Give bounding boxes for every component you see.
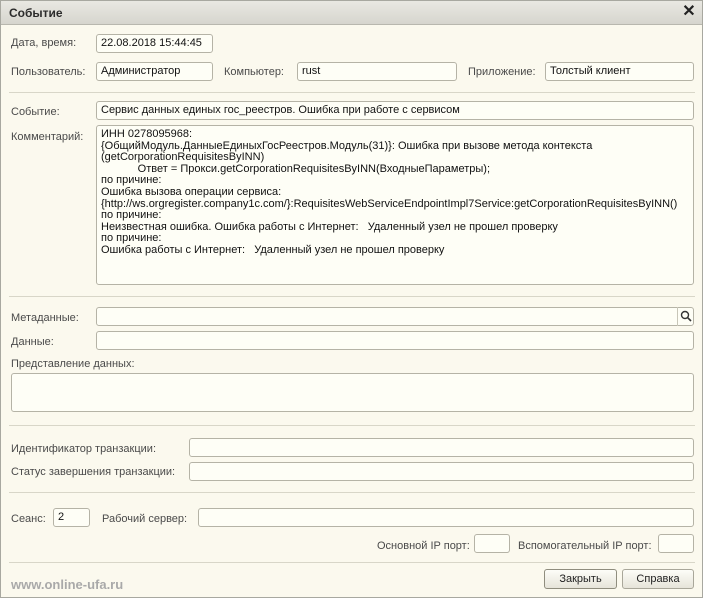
transaction-status-field[interactable] bbox=[189, 462, 694, 481]
close-button[interactable]: Закрыть bbox=[544, 569, 617, 589]
comment-line: по причине: bbox=[101, 209, 162, 222]
metadata-field[interactable] bbox=[96, 307, 694, 326]
data-field[interactable] bbox=[96, 331, 694, 350]
session-label: Сеанс: bbox=[11, 513, 46, 525]
metadata-label: Метаданные: bbox=[11, 312, 79, 324]
data-repr-textarea[interactable] bbox=[11, 373, 694, 412]
datetime-field[interactable]: 22.08.2018 15:44:45 bbox=[96, 34, 213, 53]
watermark-text: www.online-ufa.ru bbox=[11, 577, 124, 592]
user-field[interactable]: Администратор bbox=[96, 62, 213, 81]
separator bbox=[9, 425, 695, 426]
title-bar: Событие ✕ bbox=[1, 1, 702, 25]
separator bbox=[9, 562, 695, 563]
main-port-field[interactable] bbox=[474, 534, 510, 553]
window-title: Событие bbox=[9, 6, 63, 20]
event-window: Событие ✕ Дата, время: 22.08.2018 15:44:… bbox=[0, 0, 703, 598]
event-field[interactable]: Сервис данных единых гос_реестров. Ошибк… bbox=[96, 101, 694, 120]
main-port-label: Основной IP порт: bbox=[377, 540, 470, 552]
data-repr-label: Представление данных: bbox=[11, 358, 135, 370]
event-label: Событие: bbox=[11, 106, 60, 118]
comment-line: {http://ws.orgregister.company1c.com/}:R… bbox=[101, 197, 678, 210]
separator bbox=[9, 92, 695, 93]
transaction-id-label: Идентификатор транзакции: bbox=[11, 443, 156, 455]
comment-label: Комментарий: bbox=[11, 131, 84, 143]
server-label: Рабочий сервер: bbox=[102, 513, 188, 525]
separator bbox=[9, 296, 695, 297]
search-icon[interactable] bbox=[677, 307, 694, 326]
transaction-status-label: Статус завершения транзакции: bbox=[11, 466, 176, 478]
app-field[interactable]: Толстый клиент bbox=[545, 62, 694, 81]
transaction-id-field[interactable] bbox=[189, 438, 694, 457]
close-icon[interactable]: ✕ bbox=[680, 3, 698, 21]
datetime-label: Дата, время: bbox=[11, 37, 77, 49]
comment-textarea[interactable]: ИНН 0278095968: {ОбщийМодуль.ДанныеЕдины… bbox=[96, 125, 694, 285]
data-label: Данные: bbox=[11, 336, 54, 348]
aux-port-label: Вспомогательный IP порт: bbox=[518, 540, 652, 552]
app-label: Приложение: bbox=[468, 66, 536, 78]
session-field[interactable]: 2 bbox=[53, 508, 90, 527]
server-field[interactable] bbox=[198, 508, 694, 527]
computer-field[interactable]: rust bbox=[297, 62, 457, 81]
comment-line: Неизвестная ошибка. Ошибка работы с Инте… bbox=[101, 220, 558, 233]
aux-port-field[interactable] bbox=[658, 534, 694, 553]
comment-line: ИНН 0278095968: bbox=[101, 128, 193, 140]
computer-label: Компьютер: bbox=[224, 66, 284, 78]
separator bbox=[9, 492, 695, 493]
comment-line: Ошибка работы с Интернет: Удаленный узел… bbox=[101, 243, 445, 256]
user-label: Пользователь: bbox=[11, 66, 86, 78]
comment-line: Ответ = Прокси.getCorporationRequisitesB… bbox=[101, 162, 491, 175]
help-button[interactable]: Справка bbox=[622, 569, 694, 589]
comment-line: Ошибка вызова операции сервиса: bbox=[101, 185, 282, 198]
